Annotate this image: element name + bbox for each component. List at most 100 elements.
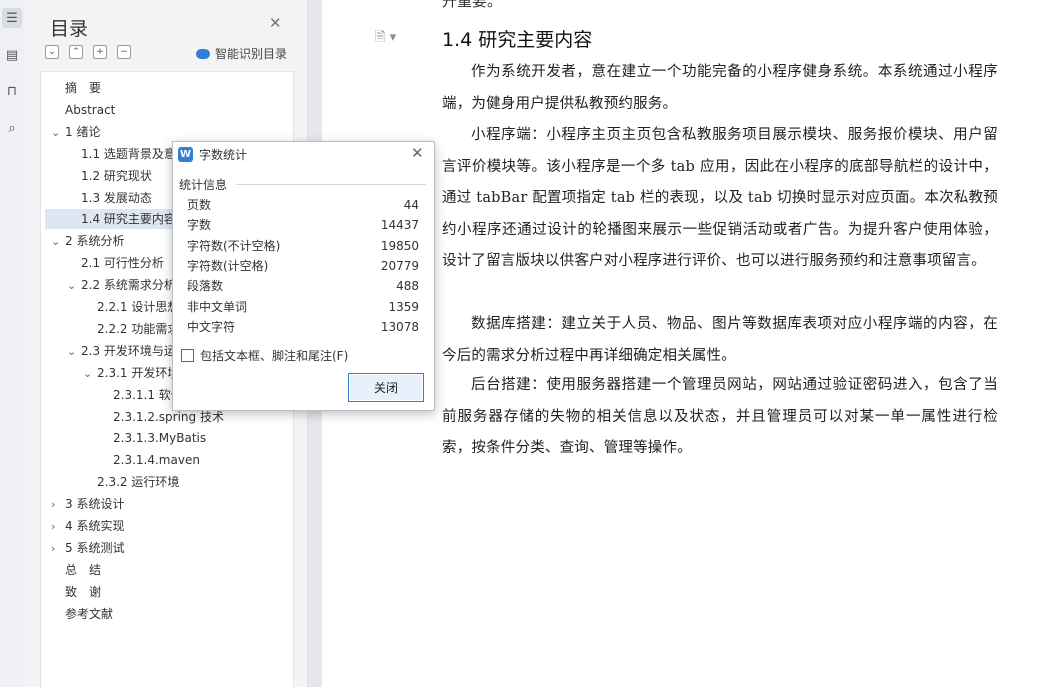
toc-item-label: 2.3.1 开发环境 xyxy=(97,365,180,380)
stat-label: 非中文单词 xyxy=(187,299,248,314)
toc-item[interactable]: 2.2.1 设计思想 xyxy=(83,297,179,317)
checkbox-label: 包括文本框、脚注和尾注(F) xyxy=(200,349,349,363)
stat-value: 44 xyxy=(403,198,419,212)
toc-item[interactable]: 2.1 可行性分析 xyxy=(67,253,164,273)
toc-item-label: 1 绪论 xyxy=(65,124,101,139)
collapse-all-icon[interactable]: − xyxy=(117,45,131,59)
stat-label: 字符数(计空格) xyxy=(187,258,269,273)
close-button[interactable]: 关闭 xyxy=(348,373,424,402)
toc-item-label: 1.2 研究现状 xyxy=(81,168,152,183)
toc-item-label: 参考文献 xyxy=(65,606,114,621)
toc-item[interactable]: 摘 要 xyxy=(51,78,101,98)
chevron-right-icon[interactable]: › xyxy=(51,539,65,559)
side-rail: ☰ ▤ ⊓ ⌕ xyxy=(0,0,25,687)
toc-item-label: 2.1 可行性分析 xyxy=(81,256,164,271)
stat-row: 段落数 488 xyxy=(187,276,419,296)
stat-label: 字数 xyxy=(187,218,212,233)
chevron-down-icon[interactable]: ⌄ xyxy=(51,123,65,143)
toc-item[interactable]: 总 结 xyxy=(51,560,101,580)
chevron-down-icon[interactable]: ⌄ xyxy=(67,276,81,296)
toc-list-icon[interactable]: ☰ xyxy=(2,8,22,28)
toc-item-label: Abstract xyxy=(65,102,116,117)
toc-item[interactable]: 2.3.1.4.maven xyxy=(99,450,200,470)
toc-item-label: 2.2.2 功能需求 xyxy=(97,321,180,336)
toc-item[interactable]: Abstract xyxy=(51,100,115,120)
stat-value: 1359 xyxy=(388,299,419,314)
stat-row: 页数 44 xyxy=(187,195,419,215)
paragraph: 小程序端：小程序主页主页包含私教服务项目展示模块、服务报价模块、用户留言评价模块… xyxy=(442,127,998,269)
toc-item-label: 2.3.1.4.maven xyxy=(113,453,200,468)
toc-item[interactable]: › 3 系统设计 xyxy=(51,494,124,514)
dialog-title: 字数统计 xyxy=(199,148,248,162)
chevron-right-icon[interactable]: › xyxy=(51,517,65,537)
collapse-down-icon[interactable]: ⌄ xyxy=(45,45,59,59)
toc-item[interactable]: 参考文献 xyxy=(51,604,113,624)
toc-item[interactable]: › 4 系统实现 xyxy=(51,516,124,536)
toc-item-label: 2.2.1 设计思想 xyxy=(97,300,180,314)
toc-item[interactable]: 2.3.1.1 软件 xyxy=(99,385,183,405)
paragraph: 作为系统开发者，意在建立一个功能完备的小程序健身系统。本系统通过小程序端，为健身… xyxy=(442,64,998,112)
toc-item[interactable]: 2.3.1.3.MyBatis xyxy=(99,428,206,448)
toc-item-label: 总 结 xyxy=(65,562,102,577)
toc-item[interactable]: › 5 系统测试 xyxy=(51,538,124,558)
section-heading: 1.4 研究主要内容 xyxy=(442,29,593,51)
toc-item-label: 3 系统设计 xyxy=(65,497,125,512)
stat-value: 488 xyxy=(396,279,419,294)
smart-toc-button[interactable]: 智能识别目录 xyxy=(196,45,287,62)
stat-value: 14437 xyxy=(380,218,419,233)
find-icon[interactable]: ⌕ xyxy=(2,118,22,138)
chevron-down-icon[interactable]: ⌄ xyxy=(51,232,65,252)
stat-row: 字数 14437 xyxy=(187,215,419,235)
toc-title: 目录 xyxy=(50,18,89,40)
toc-item-label: 2.3.1.2.spring 技术 xyxy=(113,409,224,424)
dialog-close-icon[interactable]: ✕ xyxy=(411,144,424,162)
toc-item[interactable]: ⌄ 2 系统分析 xyxy=(51,231,124,251)
stat-value: 13078 xyxy=(380,319,419,334)
toc-item-label: 1.3 发展动态 xyxy=(81,190,152,205)
toc-item-label: 1.1 选题背景及意 xyxy=(81,146,176,161)
bookmark-icon[interactable]: ⊓ xyxy=(2,81,22,101)
word-count-dialog: W 字数统计 ✕ 统计信息 页数 44 字数 14437 字符数(不计空格) 19850 字… xyxy=(172,141,435,411)
toc-item[interactable]: ⌄ 2.3 开发环境与运 xyxy=(67,341,176,361)
stat-row: 字符数(计空格) 20779 xyxy=(187,256,419,276)
outline-icon[interactable]: ▤ xyxy=(2,45,22,65)
toc-item-label: 2.3 开发环境与运 xyxy=(81,343,176,358)
chevron-right-icon[interactable]: › xyxy=(51,495,65,515)
expand-all-icon[interactable]: + xyxy=(93,45,107,59)
stat-value: 20779 xyxy=(380,258,419,273)
stat-value: 19850 xyxy=(380,238,419,253)
toc-item[interactable]: ⌄ 2.3.1 开发环境 xyxy=(83,363,179,383)
toc-item-label: 2.3.2 运行环境 xyxy=(97,475,180,490)
doc-format-icon[interactable]: 🗎 ▾ xyxy=(375,28,396,50)
paragraph: 数据库搭建：建立关于人员、物品、图片等数据库表项对应小程序端的内容，在今后的需求… xyxy=(442,316,998,364)
toc-item[interactable]: 2.2.2 功能需求 xyxy=(83,319,179,339)
dialog-titlebar: W 字数统计 xyxy=(178,146,247,163)
toc-item[interactable]: ⌄ 2.2 系统需求分析 xyxy=(67,275,176,295)
paragraph: 后台搭建：使用服务器搭建一个管理员网站，网站通过验证密码进入，包含了当前服务器存… xyxy=(442,377,998,456)
wps-logo-icon: W xyxy=(178,147,193,162)
chevron-down-icon[interactable]: ⌄ xyxy=(83,364,97,384)
toc-close-icon[interactable]: ✕ xyxy=(269,14,282,32)
include-notes-checkbox[interactable]: 包括文本框、脚注和尾注(F) xyxy=(181,347,348,364)
stat-label: 字符数(不计空格) xyxy=(187,238,281,253)
checkbox-box[interactable] xyxy=(181,349,194,362)
smart-toc-label: 智能识别目录 xyxy=(215,47,288,61)
stat-row: 字符数(不计空格) 19850 xyxy=(187,236,419,256)
robot-icon xyxy=(196,48,210,59)
toc-item-label: 摘 要 xyxy=(65,81,102,95)
stat-label: 页数 xyxy=(187,198,212,212)
toc-item[interactable]: 1.1 选题背景及意 xyxy=(67,144,176,164)
toc-item[interactable]: 1.3 发展动态 xyxy=(67,188,152,208)
stat-label: 段落数 xyxy=(187,279,224,294)
cut-text: 升重要。 xyxy=(442,0,503,10)
stat-row: 中文字符 13078 xyxy=(187,317,419,337)
toc-item[interactable]: 致 谢 xyxy=(51,582,101,602)
chevron-down-icon[interactable]: ⌄ xyxy=(67,342,81,362)
collapse-up-icon[interactable]: ⌃ xyxy=(69,45,83,59)
toc-item-label: 4 系统实现 xyxy=(65,519,125,533)
toc-item[interactable]: 1.2 研究现状 xyxy=(67,166,152,186)
toc-item-label: 2.2 系统需求分析 xyxy=(81,278,176,293)
toc-item[interactable]: ⌄ 1 绪论 xyxy=(51,122,100,142)
toc-item[interactable]: 2.3.2 运行环境 xyxy=(83,472,179,492)
stats-group-label: 统计信息 xyxy=(179,178,228,192)
